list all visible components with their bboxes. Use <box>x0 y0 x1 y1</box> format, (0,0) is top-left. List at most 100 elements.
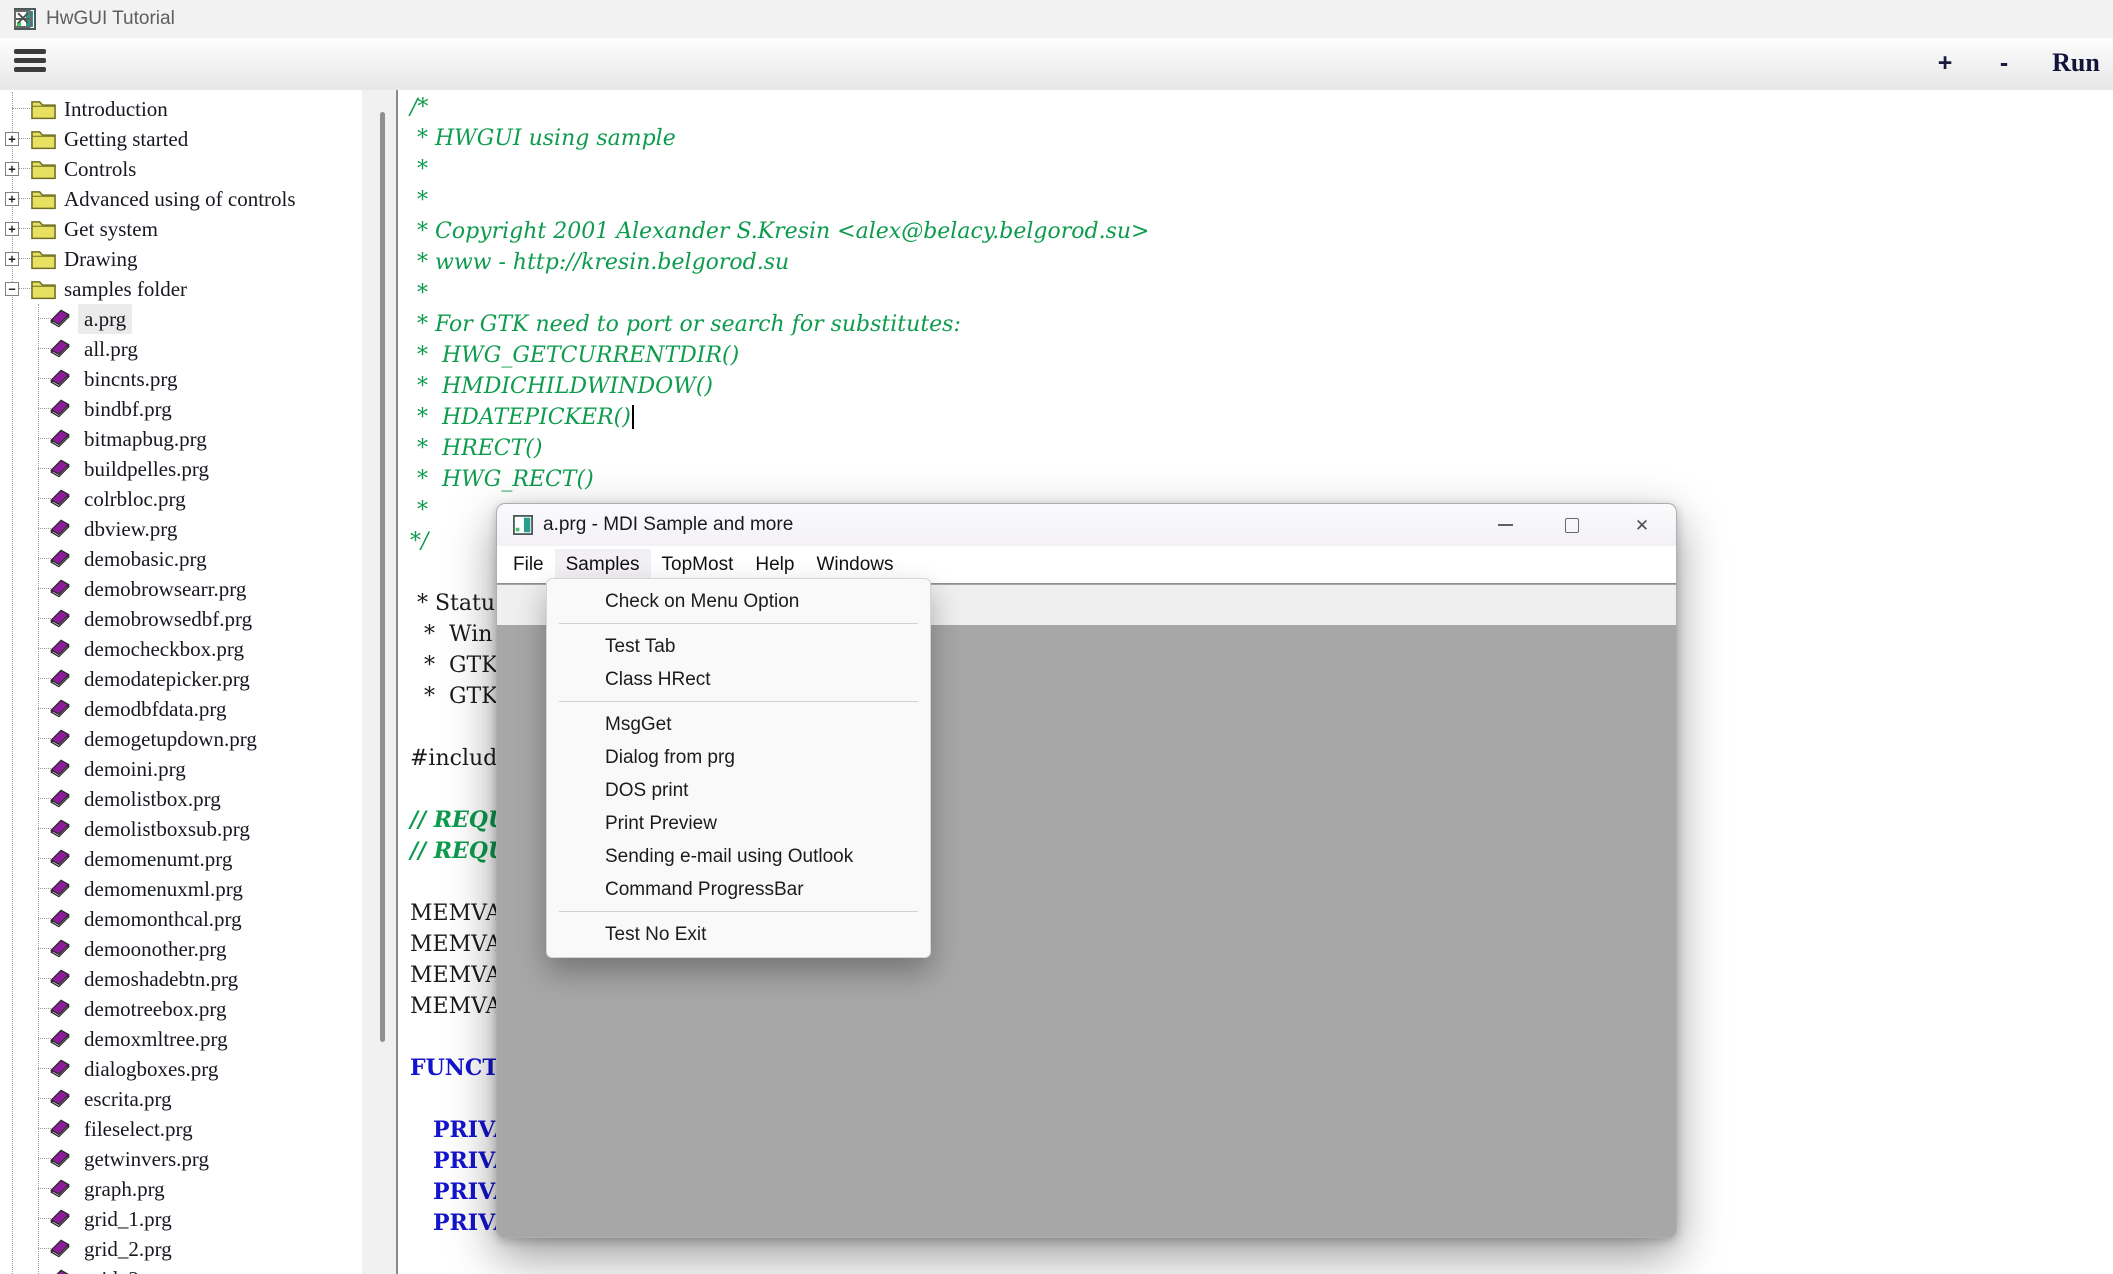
expander-plus-icon[interactable]: + <box>5 252 19 266</box>
tree-item-introduction[interactable]: Introduction <box>0 94 362 124</box>
tree-item-getwinvers-prg[interactable]: getwinvers.prg <box>0 1144 362 1174</box>
run-button[interactable]: Run <box>2044 38 2108 88</box>
zoom-out-button[interactable]: - <box>1988 38 2020 88</box>
tree-scrollbar-thumb[interactable] <box>380 112 385 1042</box>
book-icon <box>47 396 73 422</box>
tree-item-bincnts-prg[interactable]: bincnts.prg <box>0 364 362 394</box>
tree-item-fileselect-prg[interactable]: fileselect.prg <box>0 1114 362 1144</box>
expander-minus-icon[interactable]: − <box>5 282 19 296</box>
hamburger-icon <box>14 49 46 54</box>
tree-item-label: demomenumt.prg <box>84 844 232 874</box>
book-icon <box>47 576 73 602</box>
tree-item-drawing[interactable]: +Drawing <box>0 244 362 274</box>
tree-item-graph-prg[interactable]: graph.prg <box>0 1174 362 1204</box>
hamburger-icon <box>14 58 46 63</box>
expander-plus-icon[interactable]: + <box>5 222 19 236</box>
book-icon <box>47 636 73 662</box>
tree-item-democheckbox-prg[interactable]: democheckbox.prg <box>0 634 362 664</box>
tree-item-label: demolistbox.prg <box>84 784 221 814</box>
tree-item-dialogboxes-prg[interactable]: dialogboxes.prg <box>0 1054 362 1084</box>
mdi-window-title: a.prg - MDI Sample and more <box>543 514 793 536</box>
app-window: HwGUI Tutorial ✕ + - Run Introduction+Ge… <box>0 0 2113 1274</box>
tree-item-getting-started[interactable]: + Getting started <box>0 124 362 154</box>
menu-item-test-no-exit[interactable]: Test No Exit <box>547 918 930 951</box>
mdi-menu-windows[interactable]: Windows <box>805 549 904 581</box>
main-titlebar[interactable]: HwGUI Tutorial ✕ <box>0 0 2113 38</box>
tree-item-demoonother-prg[interactable]: demoonother.prg <box>0 934 362 964</box>
book-icon <box>47 666 73 692</box>
tree-item-buildpelles-prg[interactable]: buildpelles.prg <box>0 454 362 484</box>
tree-item-label: all.prg <box>84 334 138 364</box>
menu-separator <box>547 696 930 708</box>
mdi-minimize-button[interactable] <box>1482 504 1528 546</box>
samples-dropdown-menu: Check on Menu Option Test TabClass HRect M… <box>546 578 931 958</box>
book-icon <box>47 996 73 1022</box>
mdi-titlebar[interactable]: a.prg - MDI Sample and more ✕ <box>497 504 1676 547</box>
menu-item-dos-print[interactable]: DOS print <box>547 774 930 807</box>
tree-item-label: demoonother.prg <box>84 934 227 964</box>
tree-item-grid-1-prg[interactable]: grid_1.prg <box>0 1204 362 1234</box>
menu-item-command-progressbar[interactable]: Command ProgressBar <box>547 873 930 906</box>
menu-item-test-tab[interactable]: Test Tab <box>547 630 930 663</box>
tree-item-demobrowsedbf-prg[interactable]: demobrowsedbf.prg <box>0 604 362 634</box>
tree-item-label: Getting started <box>64 124 188 154</box>
menu-item-print-preview[interactable]: Print Preview <box>547 807 930 840</box>
tree-item-bitmapbug-prg[interactable]: bitmapbug.prg <box>0 424 362 454</box>
menu-item-dialog-from-prg[interactable]: Dialog from prg <box>547 741 930 774</box>
tree-item-demogetupdown-prg[interactable]: demogetupdown.prg <box>0 724 362 754</box>
book-icon <box>47 966 73 992</box>
tree-item-a-prg[interactable]: a.prg <box>0 304 362 334</box>
mdi-menu-help[interactable]: Help <box>744 549 805 581</box>
menu-item-class-hrect[interactable]: Class HRect <box>547 663 930 696</box>
tree-item-demoshadebtn-prg[interactable]: demoshadebtn.prg <box>0 964 362 994</box>
book-icon <box>47 696 73 722</box>
tree-item-demoini-prg[interactable]: demoini.prg <box>0 754 362 784</box>
tree-item-advanced-using-of-controls[interactable]: +Advanced using of controls <box>0 184 362 214</box>
tree-item-demodatepicker-prg[interactable]: demodatepicker.prg <box>0 664 362 694</box>
tree-panel[interactable]: Introduction + Getting started+Controls+Ad… <box>0 90 362 1274</box>
close-button[interactable]: ✕ <box>0 0 46 38</box>
tree-item-get-system[interactable]: +Get system <box>0 214 362 244</box>
mdi-close-button[interactable]: ✕ <box>1619 504 1665 546</box>
tree-item-label: buildpelles.prg <box>84 454 209 484</box>
menu-item-check-on-menu-option[interactable]: Check on Menu Option <box>547 585 930 618</box>
tree-item-bindbf-prg[interactable]: bindbf.prg <box>0 394 362 424</box>
mdi-menu-topmost[interactable]: TopMost <box>651 549 745 581</box>
close-icon: ✕ <box>15 10 31 29</box>
tree-item-demomenuxml-prg[interactable]: demomenuxml.prg <box>0 874 362 904</box>
tree-item-demodbfdata-prg[interactable]: demodbfdata.prg <box>0 694 362 724</box>
expander-plus-icon[interactable]: + <box>5 162 19 176</box>
tree-item-escrita-prg[interactable]: escrita.prg <box>0 1084 362 1114</box>
code-line: /* <box>398 92 2113 123</box>
expander-plus-icon[interactable]: + <box>5 192 19 206</box>
tree-item-samples-folder[interactable]: −samples folder <box>0 274 362 304</box>
book-icon <box>47 336 73 362</box>
tree-item-grid-2-prg[interactable]: grid_2.prg <box>0 1234 362 1264</box>
tree-item-grid-3-prg[interactable]: grid_3.prg <box>0 1264 362 1274</box>
tree-item-demoxmltree-prg[interactable]: demoxmltree.prg <box>0 1024 362 1054</box>
expander-plus-icon[interactable]: + <box>5 132 19 146</box>
tree-item-controls[interactable]: +Controls <box>0 154 362 184</box>
hamburger-icon <box>14 67 46 72</box>
menu-button[interactable] <box>14 49 48 77</box>
tree-item-all-prg[interactable]: all.prg <box>0 334 362 364</box>
tree-item-label: demoshadebtn.prg <box>84 964 238 994</box>
tree-item-demolistbox-prg[interactable]: demolistbox.prg <box>0 784 362 814</box>
tree-item-demobrowsearr-prg[interactable]: demobrowsearr.prg <box>0 574 362 604</box>
tree-item-demobasic-prg[interactable]: demobasic.prg <box>0 544 362 574</box>
tree-scrollbar-track[interactable] <box>362 90 396 1274</box>
mdi-menu-samples[interactable]: Samples <box>555 549 651 581</box>
menu-item-sending-e-mail-using-outlook[interactable]: Sending e-mail using Outlook <box>547 840 930 873</box>
mdi-menu-file[interactable]: File <box>502 549 555 581</box>
tree-item-demotreebox-prg[interactable]: demotreebox.prg <box>0 994 362 1024</box>
tree-item-demomenumt-prg[interactable]: demomenumt.prg <box>0 844 362 874</box>
menu-item-msgget[interactable]: MsgGet <box>547 708 930 741</box>
book-icon <box>47 1206 73 1232</box>
tree-item-colrbloc-prg[interactable]: colrbloc.prg <box>0 484 362 514</box>
tree-guide-stub <box>12 108 32 109</box>
tree-item-demomonthcal-prg[interactable]: demomonthcal.prg <box>0 904 362 934</box>
tree-item-dbview-prg[interactable]: dbview.prg <box>0 514 362 544</box>
zoom-in-button[interactable]: + <box>1926 38 1964 88</box>
tree-item-demolistboxsub-prg[interactable]: demolistboxsub.prg <box>0 814 362 844</box>
mdi-maximize-button[interactable] <box>1549 504 1595 546</box>
